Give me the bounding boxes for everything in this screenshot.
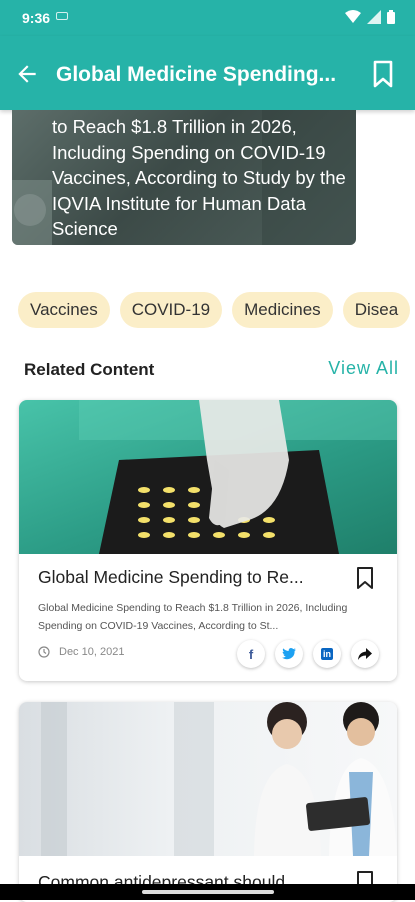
tag-chip-vaccines[interactable]: Vaccines: [18, 292, 110, 328]
tag-chips: Vaccines COVID-19 Medicines Disea: [18, 292, 411, 328]
related-content-heading: Related Content: [24, 360, 155, 379]
linkedin-icon: in: [321, 648, 333, 660]
card-date: Dec 10, 2021: [59, 646, 125, 658]
facebook-share-button[interactable]: f: [237, 640, 265, 668]
tag-chip-disease[interactable]: Disea: [342, 292, 411, 328]
card-description: Global Medicine Spending to Reach $1.8 T…: [38, 602, 348, 632]
tag-chip-covid-19[interactable]: COVID-19: [119, 292, 223, 328]
linkedin-share-button[interactable]: in: [313, 640, 341, 668]
facebook-icon: f: [248, 646, 254, 662]
wifi-icon: [345, 10, 361, 23]
twitter-share-button[interactable]: [275, 640, 303, 668]
hero-image: to Reach $1.8 Trillion in 2026, Includin…: [12, 110, 356, 245]
clock-icon: [38, 646, 50, 658]
back-arrow-icon[interactable]: [14, 61, 40, 87]
hero-headline: to Reach $1.8 Trillion in 2026, Includin…: [52, 116, 346, 239]
share-button[interactable]: [351, 640, 379, 668]
card-image: [19, 702, 397, 856]
share-row: f in: [237, 640, 379, 668]
related-card[interactable]: Common antidepressant should...: [19, 702, 397, 902]
card-title[interactable]: Global Medicine Spending to Re...: [38, 567, 348, 588]
status-bar: 9:36: [0, 0, 415, 36]
page-title: Global Medicine Spending...: [56, 63, 337, 86]
signal-icon: [367, 10, 381, 24]
battery-icon: [387, 10, 395, 24]
pill-sorting-illustration: [79, 400, 397, 554]
notification-icon: [56, 12, 68, 20]
doctors-illustration: [41, 702, 397, 856]
app-bar: Global Medicine Spending...: [0, 36, 415, 110]
card-image: [19, 400, 397, 554]
bookmark-icon[interactable]: [371, 60, 395, 88]
home-gesture-handle[interactable]: [142, 890, 274, 894]
bookmark-icon[interactable]: [355, 566, 375, 590]
view-all-link[interactable]: View All: [328, 358, 399, 379]
status-time: 9:36: [22, 10, 51, 26]
navigation-bar: [0, 884, 415, 900]
related-card[interactable]: Global Medicine Spending to Re... Global…: [19, 400, 397, 681]
twitter-icon: [282, 648, 296, 660]
share-icon: [358, 648, 372, 660]
status-icons: [345, 10, 395, 24]
tag-chip-medicines[interactable]: Medicines: [232, 292, 333, 328]
